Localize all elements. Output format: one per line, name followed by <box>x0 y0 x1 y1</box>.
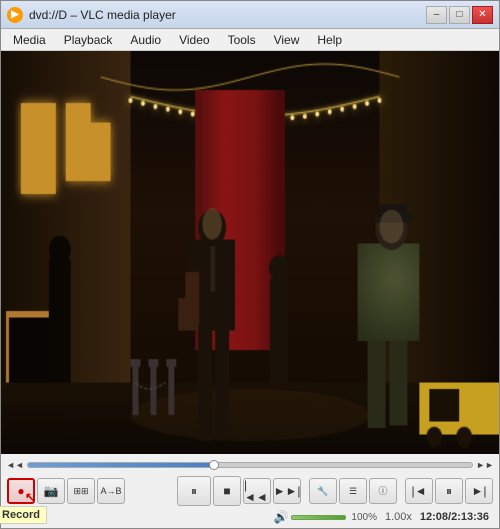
ab-icon: A→B <box>100 487 121 496</box>
window-controls: – □ ✕ <box>426 6 493 24</box>
record-icon: ● <box>17 485 24 497</box>
ab-loop-button[interactable]: A→B <box>97 478 125 504</box>
snapshot-button[interactable]: 📷 <box>37 478 65 504</box>
extended-settings-button[interactable]: 🔧 <box>309 478 337 504</box>
cursor-indicator: ↖ <box>25 490 35 504</box>
menu-media[interactable]: Media <box>5 31 54 49</box>
chapter-next-button[interactable]: ►| <box>465 478 493 504</box>
video-canvas <box>1 51 499 454</box>
camera-icon: 📷 <box>44 485 59 497</box>
menu-video[interactable]: Video <box>171 31 217 49</box>
time-display: 12:08/2:13:36 <box>420 511 489 523</box>
status-bar: dvd://D 🔊 100% 1.00x 12:08/2:13:36 <box>7 508 493 524</box>
chapter-next-icon: ►| <box>472 485 487 497</box>
volume-bar[interactable] <box>291 511 346 523</box>
chapter-prev-icon: |◄ <box>412 485 427 497</box>
seek-thumb[interactable] <box>209 460 219 470</box>
speed-display: 1.00x <box>385 511 412 523</box>
chapter-prev-button[interactable]: |◄ <box>405 478 433 504</box>
menu-playback[interactable]: Playback <box>56 31 121 49</box>
frame-icon: ⏸ <box>446 485 452 497</box>
fast-forward-button[interactable]: ►► <box>477 458 493 472</box>
dvd-label: dvd://D <box>11 511 46 523</box>
prev-icon: |◄◄ <box>244 479 270 503</box>
close-button[interactable]: ✕ <box>472 6 493 24</box>
next-button[interactable]: ►►| <box>273 478 301 504</box>
buttons-row-1: ● ↖ Record 📷 ⊞⊞ A→B ⏸ ■ <box>7 476 493 506</box>
seek-bar-row: ◄◄ ►► <box>7 458 493 472</box>
media-info-button[interactable]: ⓘ <box>369 478 397 504</box>
app-icon: ▶ <box>7 7 23 23</box>
menu-tools[interactable]: Tools <box>220 31 264 49</box>
volume-icon[interactable]: 🔊 <box>273 510 288 524</box>
volume-percentage: 100% <box>351 512 377 523</box>
seek-track[interactable] <box>27 462 473 468</box>
extended-icon: 🔧 <box>317 487 328 496</box>
record-button[interactable]: ● ↖ Record <box>7 478 35 504</box>
status-left: dvd://D <box>11 511 46 523</box>
video-area <box>1 51 499 454</box>
volume-track <box>291 515 346 520</box>
film-icon: ⊞⊞ <box>73 487 88 496</box>
playlist-button[interactable]: ☰ <box>339 478 367 504</box>
main-window: ▶ dvd://D – VLC media player – □ ✕ Media… <box>0 0 500 529</box>
prev-button[interactable]: |◄◄ <box>243 478 271 504</box>
next-icon: ►►| <box>274 485 301 497</box>
stop-icon: ■ <box>223 485 230 497</box>
volume-section: 🔊 100% <box>273 510 377 524</box>
rewind-button[interactable]: ◄◄ <box>7 458 23 472</box>
pause-icon: ⏸ <box>191 485 197 497</box>
menu-audio[interactable]: Audio <box>122 31 169 49</box>
scene-button[interactable]: ⊞⊞ <box>67 478 95 504</box>
maximize-button[interactable]: □ <box>449 6 470 24</box>
playlist-icon: ☰ <box>349 487 357 496</box>
menu-bar: Media Playback Audio Video Tools View He… <box>1 29 499 51</box>
minimize-button[interactable]: – <box>426 6 447 24</box>
chapter-frame-button[interactable]: ⏸ <box>435 478 463 504</box>
status-right: 🔊 100% 1.00x 12:08/2:13:36 <box>273 510 489 524</box>
menu-view[interactable]: View <box>266 31 308 49</box>
menu-help[interactable]: Help <box>309 31 350 49</box>
seek-fill <box>28 463 214 467</box>
play-pause-button[interactable]: ⏸ <box>177 476 211 506</box>
stop-button[interactable]: ■ <box>213 476 241 506</box>
controls-area: ◄◄ ►► ● ↖ Record 📷 ⊞⊞ A→B <box>1 454 499 528</box>
media-info-icon: ⓘ <box>378 487 387 496</box>
title-bar: ▶ dvd://D – VLC media player – □ ✕ <box>1 1 499 29</box>
window-title: dvd://D – VLC media player <box>29 8 426 22</box>
